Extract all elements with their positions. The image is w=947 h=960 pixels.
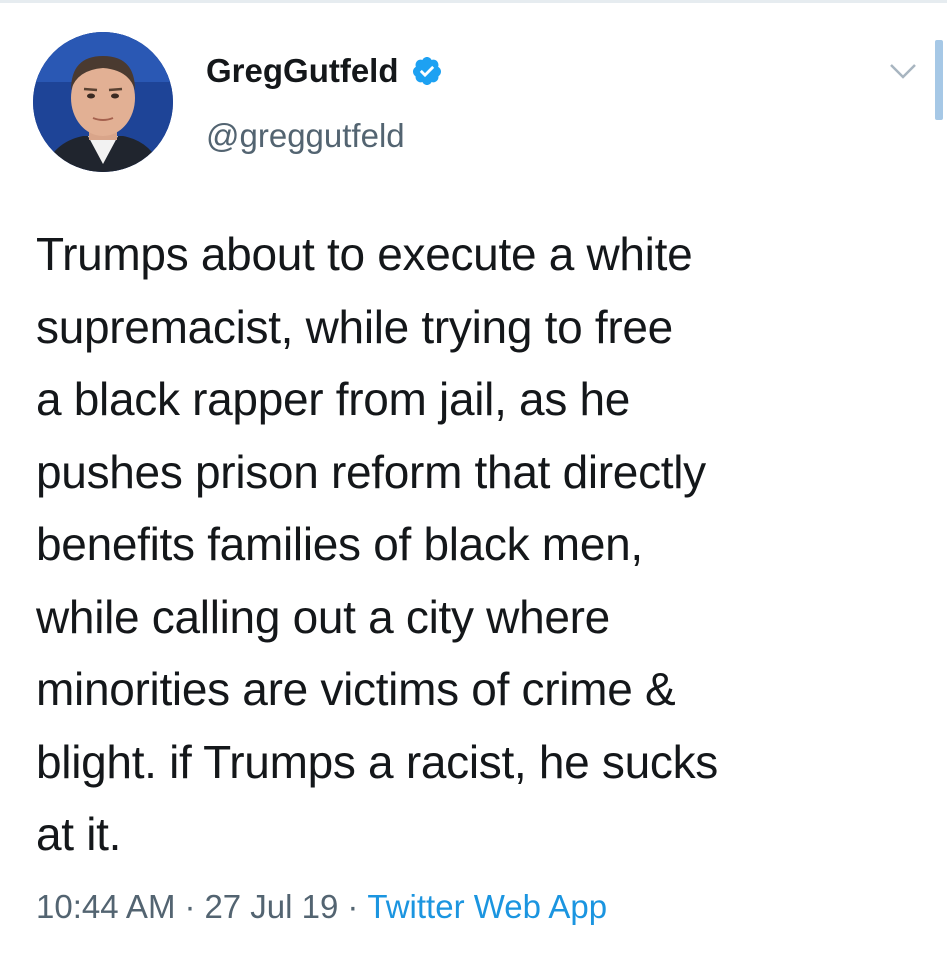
tweet-metadata: 10:44 AM · 27 Jul 19 · Twitter Web App: [36, 888, 607, 926]
author-display-name-row[interactable]: GregGutfeld: [206, 52, 443, 90]
verified-badge-icon: [412, 57, 441, 85]
meta-separator: ·: [347, 888, 359, 925]
author-handle[interactable]: @greggutfeld: [206, 117, 405, 155]
tweet-date[interactable]: 27 Jul 19: [204, 888, 338, 925]
avatar-photo: [33, 32, 173, 172]
tweet-source-link[interactable]: Twitter Web App: [367, 888, 607, 925]
avatar[interactable]: [33, 32, 173, 172]
author-display-name[interactable]: GregGutfeld: [206, 52, 399, 90]
tweet-text: Trumps about to execute a white supremac…: [36, 228, 719, 860]
tweet-time[interactable]: 10:44 AM: [36, 888, 175, 925]
scrollbar[interactable]: [935, 40, 943, 120]
chevron-down-icon[interactable]: [885, 57, 921, 85]
meta-separator: ·: [184, 888, 196, 925]
top-divider: [0, 0, 947, 3]
